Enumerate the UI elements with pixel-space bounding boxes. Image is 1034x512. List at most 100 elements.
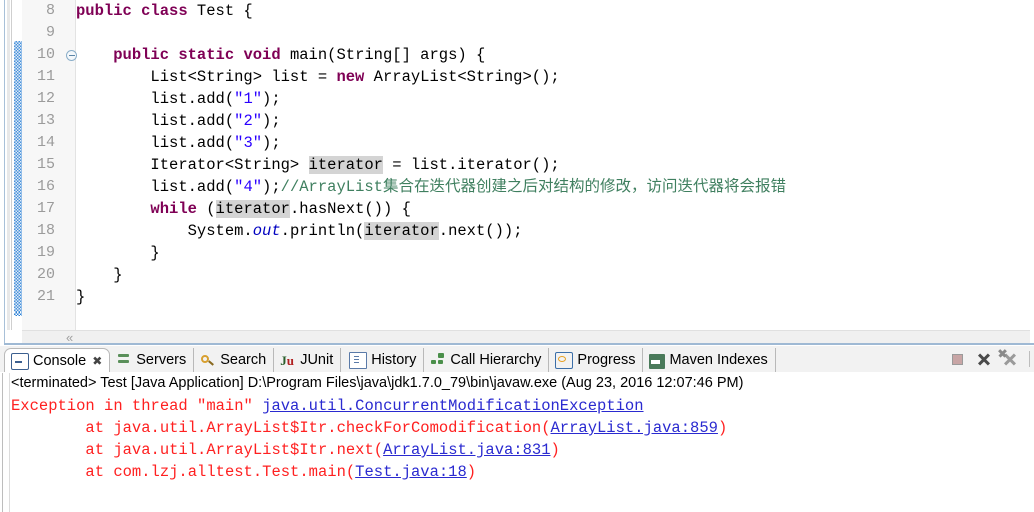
code-token: "2" — [234, 112, 263, 130]
code-line: } — [76, 242, 160, 264]
code-text-area[interactable]: public class Test { public static void m… — [76, 0, 1034, 330]
code-token: main(String[] args) { — [280, 46, 486, 64]
code-line: System.out.println(iterator.next()); — [76, 220, 523, 242]
tab-label: Search — [220, 352, 267, 368]
code-line: Iterator<String> iterator = list.iterato… — [76, 154, 560, 176]
console-view-toolbar — [949, 349, 1030, 369]
line-number: 16 — [36, 178, 55, 195]
code-token: ); — [262, 178, 281, 196]
code-token: "4" — [234, 178, 263, 196]
servers-icon — [116, 353, 132, 368]
line-number: 11 — [36, 68, 55, 85]
stack-trace-link[interactable]: ArrayList.java:831 — [383, 441, 550, 459]
code-token: "1" — [234, 90, 263, 108]
code-line: list.add("4");//ArrayList集合在迭代器创建之后对结构的修… — [76, 176, 786, 198]
error-text: ) — [466, 463, 477, 481]
code-token: ( — [196, 200, 216, 218]
tab-label: Maven Indexes — [669, 352, 768, 368]
tab-label: Call Hierarchy — [450, 352, 542, 368]
stack-trace-link[interactable]: Test.java:18 — [355, 463, 467, 481]
close-all-x-secondary-icon — [998, 348, 1007, 357]
tab-servers[interactable]: Servers — [110, 348, 195, 372]
junit-icon: Ju — [280, 352, 294, 368]
code-token: Iterator<String> — [76, 156, 309, 174]
terminate-button[interactable] — [949, 351, 966, 368]
console-output-line: at com.lzj.alltest.Test.main(Test.java:1… — [11, 461, 476, 483]
method-range-indicator-end — [14, 312, 22, 316]
code-token: } — [76, 244, 160, 262]
code-token: ); — [262, 112, 281, 130]
tab-close-icon[interactable]: ✖ — [92, 355, 102, 367]
code-token: .hasNext()) { — [289, 200, 411, 218]
code-token: list.add( — [76, 178, 235, 196]
java-editor-pane[interactable]: 8 9 10 11 12 13 14 15 16 17 18 19 20 21 public class … — [0, 0, 1034, 345]
code-token: ArrayList<String>(); — [364, 68, 560, 86]
line-number: 15 — [36, 156, 55, 173]
remove-all-launches-button[interactable] — [1001, 351, 1018, 368]
code-token: .println( — [280, 222, 365, 240]
tab-call-hierarchy[interactable]: Call Hierarchy — [424, 348, 550, 372]
occurrence-highlight: iterator — [364, 222, 439, 240]
tab-maven-indexes[interactable]: Maven Indexes — [643, 348, 776, 372]
close-all-x-icon — [1003, 352, 1017, 366]
stack-trace-link[interactable]: ArrayList.java:859 — [551, 419, 718, 437]
code-token: = list.iterator(); — [382, 156, 560, 174]
code-token: } — [76, 266, 123, 284]
code-line: while (iterator.hasNext()) { — [76, 198, 411, 220]
code-token: ); — [262, 134, 281, 152]
error-text: ) — [717, 419, 728, 437]
code-token: list.add( — [76, 134, 235, 152]
tab-junit[interactable]: Ju JUnit — [274, 348, 342, 372]
error-text: Exception in thread "main" — [11, 397, 263, 415]
error-text: at com.lzj.alltest.Test.main( — [11, 463, 356, 481]
line-number: 21 — [36, 288, 55, 305]
close-x-icon — [977, 352, 991, 366]
code-line: list.add("3"); — [76, 132, 281, 154]
stop-square-icon — [952, 353, 963, 365]
code-token: List<String> list = — [76, 68, 337, 86]
line-number: 10 — [36, 46, 55, 63]
console-output-line: at java.util.ArrayList$Itr.next(ArrayLis… — [11, 439, 559, 461]
search-icon — [200, 353, 216, 368]
editor-horizontal-scrollbar[interactable]: « — [22, 330, 1030, 344]
tab-search[interactable]: Search — [194, 348, 275, 372]
line-number: 9 — [45, 24, 55, 41]
occurrence-highlight: iterator — [215, 200, 290, 218]
code-token: new — [336, 68, 365, 86]
line-number: 8 — [45, 2, 55, 19]
editor-frame: 8 9 10 11 12 13 14 15 16 17 18 19 20 21 public class … — [4, 0, 1034, 345]
line-number: 17 — [36, 200, 55, 217]
tab-console[interactable]: Console ✖ — [4, 348, 111, 372]
error-text: at java.util.ArrayList$Itr.checkForComod… — [11, 419, 551, 437]
code-token: System. — [76, 222, 253, 240]
remove-launch-button[interactable] — [975, 351, 992, 368]
code-line: } — [76, 264, 123, 286]
console-icon — [11, 352, 29, 370]
code-token: public class — [76, 2, 188, 20]
tab-label: JUnit — [300, 352, 334, 368]
code-token: .next()); — [438, 222, 523, 240]
code-token: list.add( — [76, 90, 235, 108]
code-line: list.add("2"); — [76, 110, 281, 132]
stack-trace-link[interactable]: java.util.ConcurrentModificationExceptio… — [262, 397, 643, 415]
tab-label: Progress — [577, 352, 636, 368]
tab-progress[interactable]: Progress — [549, 348, 644, 372]
progress-icon — [555, 352, 574, 369]
editor-overview-ruler[interactable] — [5, 0, 12, 330]
console-output-area[interactable]: <terminated> Test [Java Application] D:\… — [0, 372, 1034, 512]
code-line: List<String> list = new ArrayList<String… — [76, 66, 560, 88]
maven-indexes-icon — [649, 353, 666, 369]
line-number: 20 — [36, 266, 55, 283]
line-number: 13 — [36, 112, 55, 129]
tab-history[interactable]: History — [341, 348, 425, 372]
launch-status-line: <terminated> Test [Java Application] D:\… — [11, 375, 744, 391]
code-token: while — [150, 200, 197, 218]
line-number-gutter[interactable]: 8 9 10 11 12 13 14 15 16 17 18 19 20 21 — [22, 0, 77, 330]
code-line: list.add("1"); — [76, 88, 280, 110]
tab-label: Console — [33, 352, 87, 369]
line-number: 19 — [36, 244, 55, 261]
line-number: 18 — [36, 222, 55, 239]
tab-label: History — [371, 352, 417, 368]
